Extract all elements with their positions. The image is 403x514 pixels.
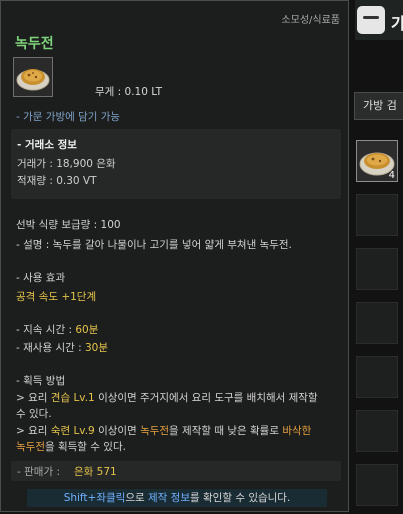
market-info-header: - 거래소 정보	[17, 139, 77, 151]
hint-shift-click: Shift+좌클릭	[63, 492, 126, 504]
inventory-slot[interactable]	[356, 194, 398, 236]
obtain-method-1-cont: 수 있다.	[16, 408, 52, 420]
ship-food-supply: 선박 식량 보급량 : 100	[16, 219, 121, 231]
obtain2-chance: 을 제작할 때 낮은 확률로	[169, 425, 283, 437]
market-info-box: - 거래소 정보 거래가 : 18,900 은화 적재량 : 0.30 VT	[11, 129, 341, 199]
hint-text: 으로	[125, 492, 149, 504]
obtain-method-1: > 요리 견습 Lv.1 이상이면 주거지에서 요리 도구를 배치해서 제작할	[16, 390, 318, 405]
hint-text-end: 를 확인할 수 있습니다.	[190, 492, 291, 504]
cooldown-value: 30분	[84, 342, 109, 354]
market-load: 적재량 : 0.30 VT	[17, 175, 97, 187]
obtain-header: - 획득 방법	[16, 375, 66, 387]
obtain2-mid: 이상이면	[94, 425, 141, 437]
item-tooltip: 소모성/식료품 녹두전 무게 : 0.10 LT - 가문 가방에 담기 가능 …	[0, 0, 349, 512]
inventory-slot[interactable]	[356, 410, 398, 452]
inventory-slot[interactable]	[356, 302, 398, 344]
hint-craft-info: 제작 정보	[148, 492, 190, 504]
obtain2-item: 녹두전	[140, 425, 170, 437]
bag-icon[interactable]	[357, 6, 385, 34]
obtain2-text: > 요리	[16, 425, 51, 437]
obtain-method-2: > 요리 숙련 Lv.9 이상이면 녹두전을 제작할 때 낮은 확률로 바삭한	[16, 423, 311, 438]
inventory-title: 가	[391, 14, 403, 33]
bag-search-button[interactable]: 가방 검	[354, 92, 403, 120]
cooldown-label: - 재사용 시간 :	[16, 342, 85, 354]
craft-info-hint: Shift+좌클릭으로 제작 정보를 확인할 수 있습니다.	[27, 489, 327, 507]
duration-value: 60분	[75, 324, 99, 336]
item-weight: 무게 : 0.10 LT	[95, 86, 163, 98]
inventory-slot[interactable]	[356, 248, 398, 290]
sell-price-label: - 판매가 :	[17, 466, 60, 478]
family-bag-note: - 가문 가방에 담기 가능	[16, 111, 121, 123]
inventory-slot[interactable]	[356, 356, 398, 398]
sell-price-value: 은화 571	[74, 466, 117, 478]
duration-row: - 지속 시간 : 60분	[16, 322, 98, 337]
obtain1-level: 견습 Lv.1	[50, 392, 95, 404]
effect-value: 공격 속도 +1단계	[16, 291, 97, 303]
slot-count: 4	[388, 170, 395, 181]
item-title: 녹두전	[15, 36, 54, 52]
obtain2-level: 숙련 Lv.9	[50, 425, 95, 437]
obtain2-crispy: 바삭한	[282, 425, 312, 437]
effect-header: - 사용 효과	[16, 272, 66, 284]
mung-bean-pancake-icon	[13, 57, 53, 97]
market-price: 거래가 : 18,900 은화	[17, 158, 116, 170]
cooldown-row: - 재사용 시간 : 30분	[16, 340, 108, 355]
duration-label: - 지속 시간 :	[16, 324, 76, 336]
obtain1-rest: 이상이면 주거지에서 요리 도구를 배치해서 제작할	[94, 392, 318, 404]
item-category: 소모성/식료품	[281, 15, 340, 26]
obtain-method-2-cont: 녹두전을 획득할 수 있다.	[16, 439, 126, 454]
sell-price-bar: - 판매가 : 은화 571	[11, 461, 341, 481]
inventory-slot-selected[interactable]: 4	[356, 140, 398, 182]
item-description: - 설명 : 녹두를 갈아 나물이나 고기를 넣어 얇게 부쳐낸 녹두전.	[16, 239, 292, 251]
obtain2-item2: 녹두전	[16, 441, 45, 453]
obtain2-end: 을 획득할 수 있다.	[44, 441, 126, 453]
obtain1-text: > 요리	[16, 392, 51, 404]
inventory-slot[interactable]	[356, 464, 398, 506]
